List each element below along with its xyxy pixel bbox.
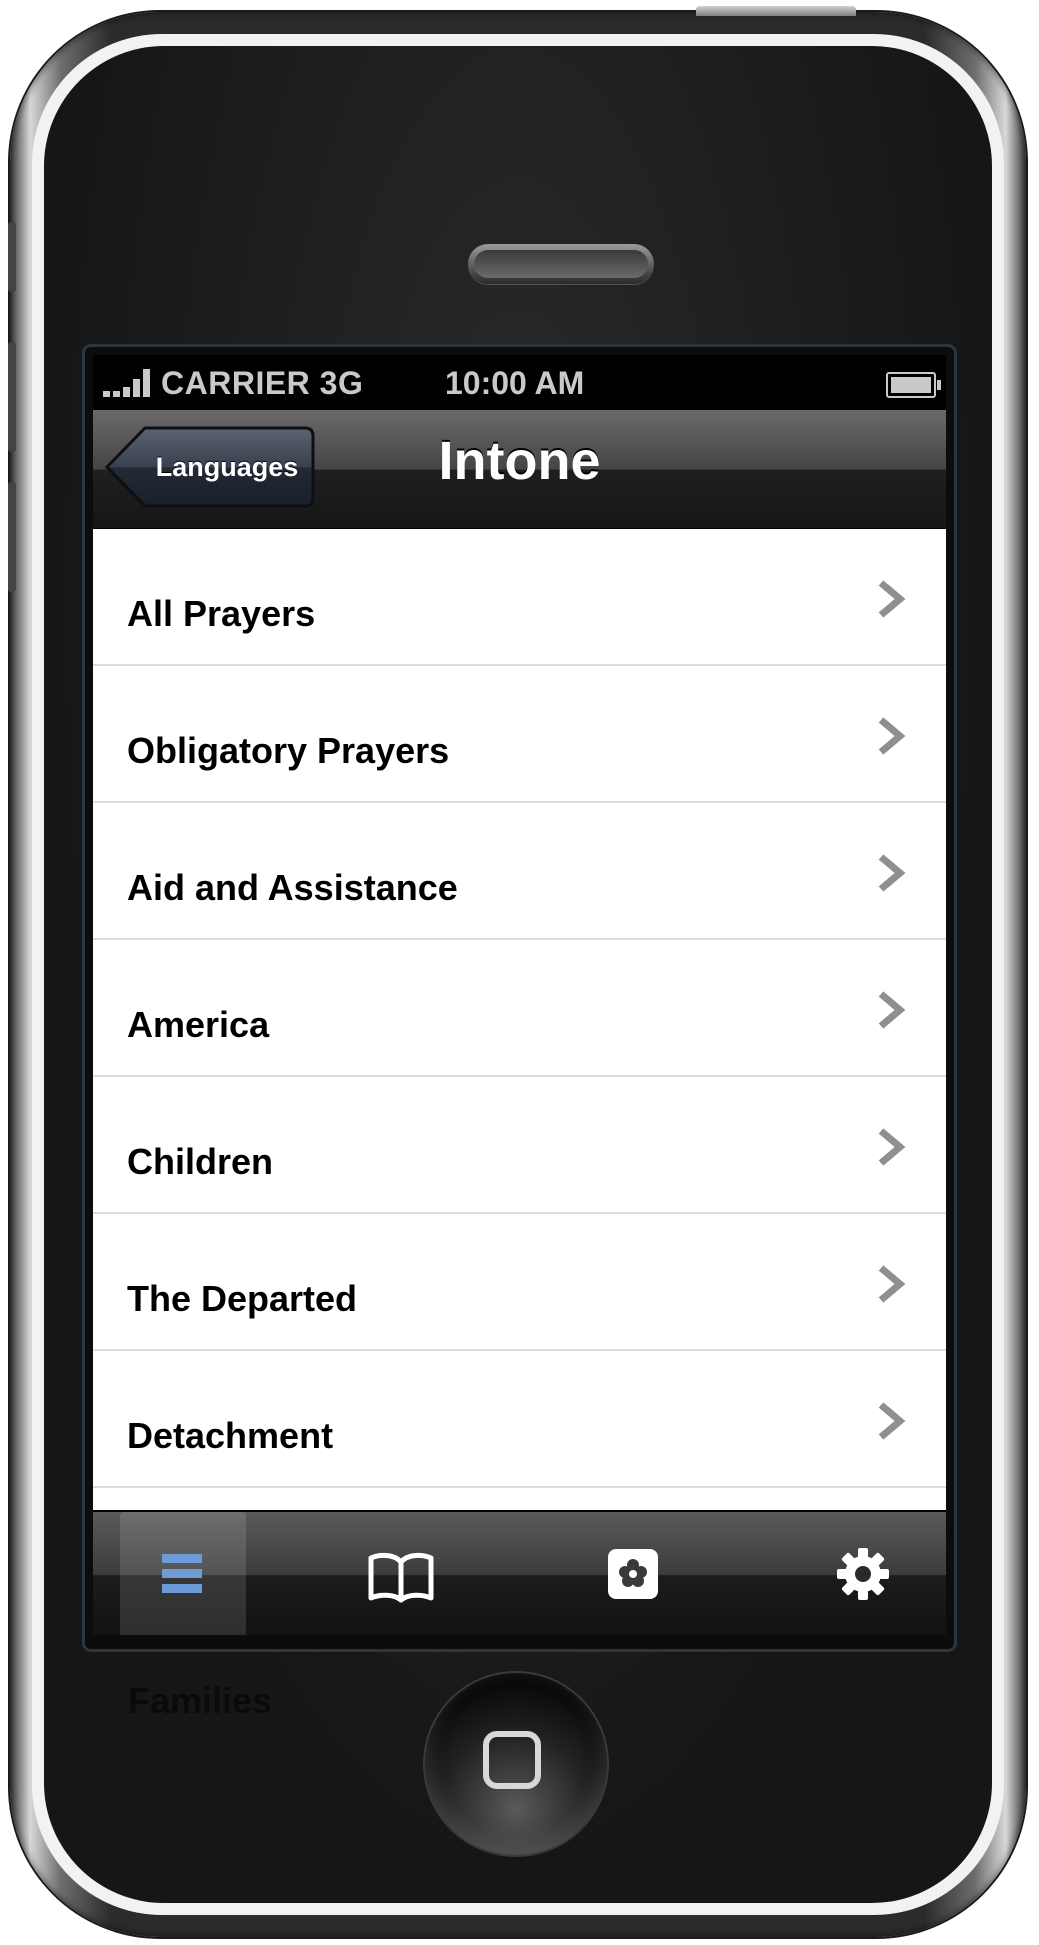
list-item[interactable]: The Departed <box>93 1214 946 1351</box>
list-item-label: The Departed <box>127 1278 358 1319</box>
list-item-label: Children <box>127 1141 274 1182</box>
tab-categories[interactable] <box>120 1512 246 1635</box>
list-item[interactable]: America <box>93 940 946 1077</box>
earpiece-speaker <box>468 244 654 284</box>
obscured-list-item: Families <box>128 1680 273 1721</box>
list-item[interactable]: All Prayers <box>93 529 946 666</box>
home-square-icon <box>483 1731 541 1789</box>
back-button-label: Languages <box>155 452 299 482</box>
chevron-right-icon <box>878 854 906 892</box>
signal-bars-icon <box>103 369 157 397</box>
chevron-right-icon <box>878 717 906 755</box>
gear-icon <box>837 1548 889 1600</box>
chevron-right-icon <box>878 1265 906 1303</box>
list-item[interactable]: Obligatory Prayers <box>93 666 946 803</box>
list-item-label: Detachment <box>127 1415 334 1456</box>
tab-favorites[interactable] <box>570 1512 696 1635</box>
list-item[interactable]: Aid and Assistance <box>93 803 946 940</box>
list-item-label: Obligatory Prayers <box>127 730 450 771</box>
tab-settings[interactable] <box>800 1512 926 1635</box>
book-icon <box>368 1552 434 1603</box>
list-item[interactable]: Children <box>93 1077 946 1214</box>
status-time: 10:00 AM <box>445 365 585 401</box>
carrier-label: CARRIER 3G <box>161 365 364 401</box>
navigation-bar: Languages Intone <box>93 410 946 529</box>
volume-down-button <box>8 482 16 592</box>
app-screen: CARRIER 3G 10:00 AM Languages Intone All… <box>93 355 946 1635</box>
list-item-label: Aid and Assistance <box>127 867 458 908</box>
prayer-category-list: All Prayers Obligatory Prayers Aid and A… <box>93 529 946 1488</box>
list-icon <box>162 1554 202 1593</box>
battery-full-icon <box>886 372 941 398</box>
sleep-button <box>696 6 856 16</box>
tab-book[interactable] <box>338 1512 464 1635</box>
chevron-right-icon <box>878 991 906 1029</box>
list-item[interactable]: Detachment <box>93 1351 946 1488</box>
mute-switch <box>8 222 16 292</box>
home-button[interactable] <box>425 1673 607 1855</box>
back-button-languages[interactable]: Languages <box>105 426 315 508</box>
tab-bar <box>93 1510 946 1635</box>
chevron-right-icon <box>878 1402 906 1440</box>
flower-icon <box>608 1549 658 1599</box>
chevron-right-icon <box>878 580 906 618</box>
volume-up-button <box>8 342 16 452</box>
list-item-label: America <box>127 1004 270 1045</box>
list-item-label: All Prayers <box>127 593 316 634</box>
status-bar: CARRIER 3G 10:00 AM <box>93 355 946 410</box>
chevron-right-icon <box>878 1128 906 1166</box>
